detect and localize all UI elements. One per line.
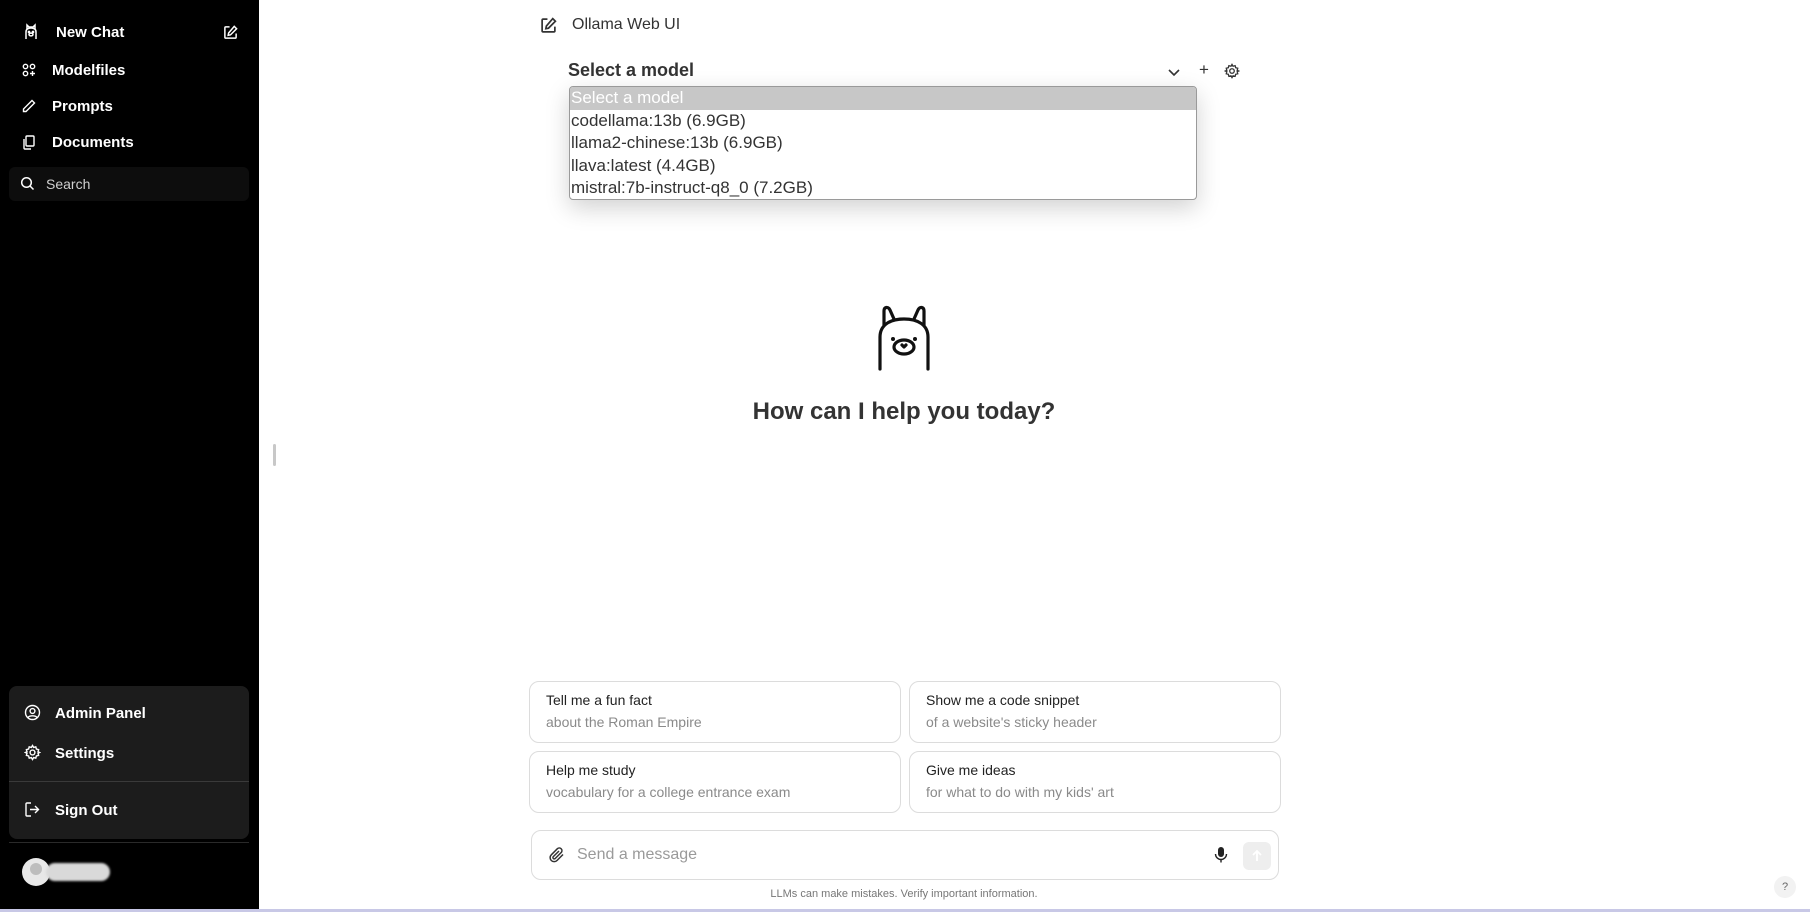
model-settings-gear-icon[interactable]	[1224, 63, 1240, 79]
help-button[interactable]: ?	[1774, 876, 1796, 898]
search-icon	[20, 176, 36, 192]
model-option[interactable]: llama2-chinese:13b (6.9GB)	[570, 132, 1196, 155]
pencil-icon	[20, 97, 38, 115]
model-option[interactable]: llava:latest (4.4GB)	[570, 155, 1196, 178]
suggestion-title: Help me study	[546, 762, 636, 778]
user-circle-icon	[24, 704, 42, 722]
suggestion-subtitle: vocabulary for a college entrance exam	[546, 784, 791, 800]
username-redacted	[46, 863, 110, 881]
admin-panel-button[interactable]: Admin Panel	[9, 696, 249, 730]
suggestion-card[interactable]: Tell me a fun fact about the Roman Empir…	[529, 681, 901, 743]
sidebar-item-label: Documents	[52, 133, 134, 151]
edit-icon[interactable]	[221, 23, 239, 41]
sidebar: New Chat Modelfiles Prompts Documents Se…	[0, 0, 259, 912]
add-model-button[interactable]: +	[1196, 60, 1212, 79]
ollama-logo-icon	[22, 23, 40, 41]
model-option[interactable]: mistral:7b-instruct-q8_0 (7.2GB)	[570, 177, 1196, 199]
message-composer	[531, 830, 1279, 880]
sidebar-item-label: Modelfiles	[52, 61, 126, 79]
user-menu: Admin Panel Settings Sign Out	[9, 686, 249, 839]
disclaimer-text: LLMs can make mistakes. Verify important…	[770, 888, 1038, 900]
suggestion-subtitle: about the Roman Empire	[546, 714, 702, 730]
menu-divider	[9, 781, 249, 782]
model-dropdown: Select a model codellama:13b (6.9GB) lla…	[569, 86, 1197, 200]
gear-icon	[24, 744, 42, 762]
suggestion-subtitle: for what to do with my kids' art	[926, 784, 1114, 800]
search-bar	[9, 167, 249, 201]
admin-panel-label: Admin Panel	[55, 704, 146, 722]
arrow-up-icon	[1252, 849, 1262, 861]
sign-out-label: Sign Out	[55, 801, 118, 819]
sidebar-item-documents[interactable]: Documents	[10, 125, 249, 159]
microphone-icon[interactable]	[1214, 846, 1230, 864]
suggestion-title: Give me ideas	[926, 762, 1016, 778]
app-title: Ollama Web UI	[572, 16, 681, 33]
user-profile-button[interactable]	[22, 857, 110, 887]
new-chat-edit-icon[interactable]	[540, 17, 558, 35]
model-option[interactable]: Select a model	[570, 87, 1196, 110]
chevron-down-icon[interactable]	[1166, 64, 1182, 80]
model-select[interactable]: Select a model	[568, 60, 694, 81]
suggestion-title: Show me a code snippet	[926, 692, 1080, 708]
documents-icon	[20, 133, 38, 151]
suggestion-card[interactable]: Help me study vocabulary for a college e…	[529, 751, 901, 813]
sidebar-item-modelfiles[interactable]: Modelfiles	[10, 53, 249, 87]
new-chat-label: New Chat	[56, 23, 125, 41]
suggestion-subtitle: of a website's sticky header	[926, 714, 1097, 730]
suggestion-card[interactable]: Show me a code snippet of a website's st…	[909, 681, 1281, 743]
settings-label: Settings	[55, 744, 115, 762]
settings-button[interactable]: Settings	[9, 736, 249, 770]
sign-out-icon	[24, 801, 42, 819]
sidebar-item-label: Prompts	[52, 97, 113, 115]
sidebar-divider	[9, 842, 249, 843]
sidebar-collapse-handle[interactable]	[273, 444, 276, 466]
greeting-text: How can I help you today?	[752, 398, 1056, 425]
paperclip-icon[interactable]	[548, 846, 566, 864]
new-chat-button[interactable]: New Chat	[10, 15, 249, 49]
modelfiles-icon	[20, 61, 38, 79]
send-button[interactable]	[1243, 842, 1271, 870]
search-input[interactable]	[46, 176, 236, 192]
suggestion-title: Tell me a fun fact	[546, 692, 652, 708]
suggestion-card[interactable]: Give me ideas for what to do with my kid…	[909, 751, 1281, 813]
message-input[interactable]	[577, 843, 1177, 867]
sidebar-item-prompts[interactable]: Prompts	[10, 89, 249, 123]
sign-out-button[interactable]: Sign Out	[9, 793, 249, 827]
model-option[interactable]: codellama:13b (6.9GB)	[570, 110, 1196, 133]
ollama-llama-logo-icon	[878, 305, 930, 371]
